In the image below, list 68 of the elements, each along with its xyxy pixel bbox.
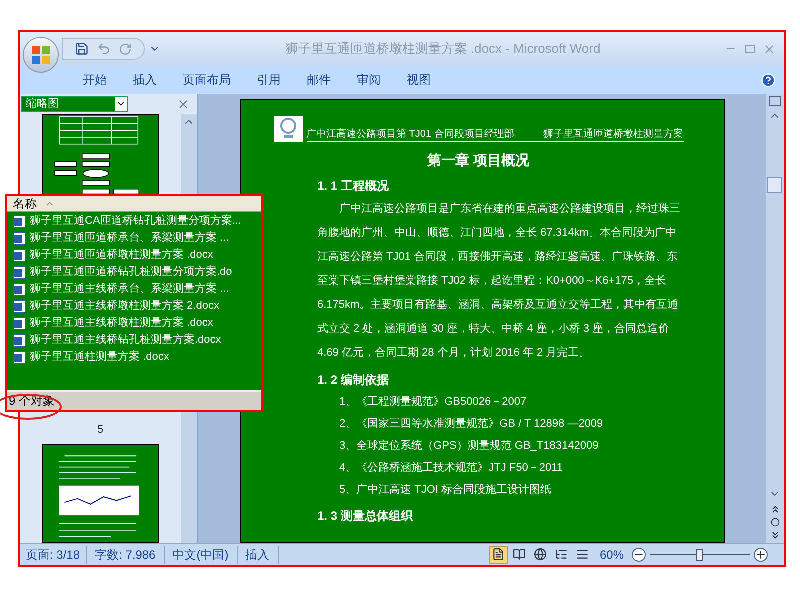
ribbon-tab[interactable]: 引用 [244, 71, 294, 89]
language-indicator[interactable]: 中文(中国) [164, 546, 238, 564]
ribbon-tab[interactable]: 开始 [70, 71, 120, 89]
section-heading: 1. 2 编制依据 [318, 372, 390, 389]
header-text: 广中江高速公路项目第 TJ01 合同段项目经理部 [306, 130, 514, 140]
ribbon-tab[interactable]: 插入 [120, 71, 170, 89]
zoom-level[interactable]: 60% [592, 546, 632, 564]
help-icon[interactable] [761, 72, 776, 88]
office-logo-icon [31, 45, 51, 65]
word-document-icon [13, 214, 27, 228]
outline-view-icon [554, 548, 568, 561]
header-text: 狮子里互通匝道桥墩柱测量方案 [544, 130, 684, 140]
split-icon[interactable] [769, 96, 781, 106]
reading-view-icon [512, 548, 526, 561]
column-header[interactable]: 名称 [7, 196, 261, 212]
word-document-icon [13, 300, 27, 314]
file-item[interactable]: 狮子里互通CA匝道桥钻孔桩测量分项方案... [7, 213, 261, 230]
reference-item: 5、广中江高速 TJOI 标合同段施工设计图纸 [338, 482, 553, 498]
ribbon-tab[interactable]: 审阅 [344, 71, 394, 89]
company-logo-icon [274, 116, 302, 142]
file-item[interactable]: 狮子里互通匝道桥承台、系梁测量方案 ... [7, 230, 261, 247]
page-count[interactable]: 页面: 3/18 [20, 546, 88, 564]
view-button[interactable] [488, 546, 508, 564]
file-item[interactable]: 狮子里互通匝道桥钻孔桩测量分项方案.do [7, 264, 261, 281]
reference-item: 4、《公路桥涵施工技术规范》JTJ F50－2011 [338, 461, 564, 476]
reference-item: 3、全球定位系统（GPS）测量规范 GB_T183142009 [338, 438, 600, 454]
zoom-in-icon[interactable] [754, 548, 768, 562]
file-item[interactable]: 狮子里互通柱测量方案 .docx [7, 349, 261, 366]
word-document-icon [13, 248, 27, 262]
zoom-out-icon[interactable] [632, 548, 646, 562]
insert-mode-indicator[interactable]: 插入 [238, 546, 279, 564]
page-number: 5 [97, 423, 104, 438]
close-icon[interactable] [177, 98, 190, 110]
print-view-icon [492, 548, 505, 561]
save-icon[interactable] [75, 42, 89, 56]
word-document-icon [13, 316, 27, 330]
ribbon-tab[interactable]: 邮件 [294, 71, 344, 89]
word-document-icon [13, 282, 27, 296]
annotation-ellipse [0, 394, 62, 420]
chapter-title: 第一章 项目概况 [426, 151, 530, 170]
file-item[interactable]: 狮子里互通主线桥钻孔桩测量方案.docx [7, 332, 261, 349]
page-thumbnail[interactable] [42, 444, 159, 543]
web-view-icon [534, 548, 547, 561]
file-item[interactable]: 狮子里互通主线桥墩柱测量方案 2.docx [7, 298, 261, 315]
next-page-icon[interactable] [770, 530, 780, 541]
previous-page-icon[interactable] [770, 504, 780, 515]
zoom-slider-thumb[interactable] [696, 548, 703, 560]
body-paragraph: 广中江高速公路项目是广东省在建的重点高速公路建设项目，经过珠三角腹地的广州、中山、顺德、江门四地，全长 67.314km。本合同段为广中江高速公路第 TJ01 合同段，西接佛开高速，路经江鉴高速、广珠铁路、东至棠下镇三堡村堡棠路接 TJ02 标，起讫里程：K0+000～K6+175，全长 6.175km。主要项目有路基、涵洞、高架桥及互通立交等工程，其中有互通式立交 2 处，涵洞通道 30 座，特大、中桥 4 座，小桥 3 座，合同总造价 4.69 亿元，合同工期 28 个月，计划 2016 年 2 月完工。 [318, 202, 682, 361]
word-document-icon [13, 334, 27, 348]
word-count[interactable]: 字数: 7,986 [87, 546, 165, 564]
pane-dropdown[interactable]: 缩略图 [21, 96, 128, 112]
scroll-thumb[interactable] [767, 177, 782, 193]
word-document-icon [13, 266, 27, 280]
draft-view-icon [576, 548, 589, 561]
reference-item: 1、《工程测量规范》GB50026－2007 [338, 395, 528, 410]
section-heading: 1. 3 测量总体组织 [318, 508, 414, 525]
window-title: 狮子里互通匝道桥墩柱测量方案 .docx - Microsoft Word [284, 40, 602, 58]
reference-item: 2、《国家三四等水准测量规范》GB / T 12898 —2009 [338, 416, 604, 432]
file-item[interactable]: 狮子里互通主线桥墩柱测量方案 .docx [7, 315, 261, 332]
zoom-slider[interactable] [650, 548, 750, 560]
word-document-icon [13, 232, 27, 246]
select-browse-object-icon[interactable] [770, 518, 780, 527]
ribbon-tab[interactable]: 视图 [394, 71, 444, 89]
section-heading: 1. 1 工程概况 [318, 178, 390, 195]
file-item[interactable]: 狮子里互通主线桥承台、系梁测量方案 ... [7, 281, 261, 298]
file-item[interactable]: 狮子里互通匝道桥墩柱测量方案 .docx [7, 247, 261, 264]
word-document-icon [13, 350, 27, 364]
ribbon-tab[interactable]: 页面布局 [170, 71, 244, 89]
